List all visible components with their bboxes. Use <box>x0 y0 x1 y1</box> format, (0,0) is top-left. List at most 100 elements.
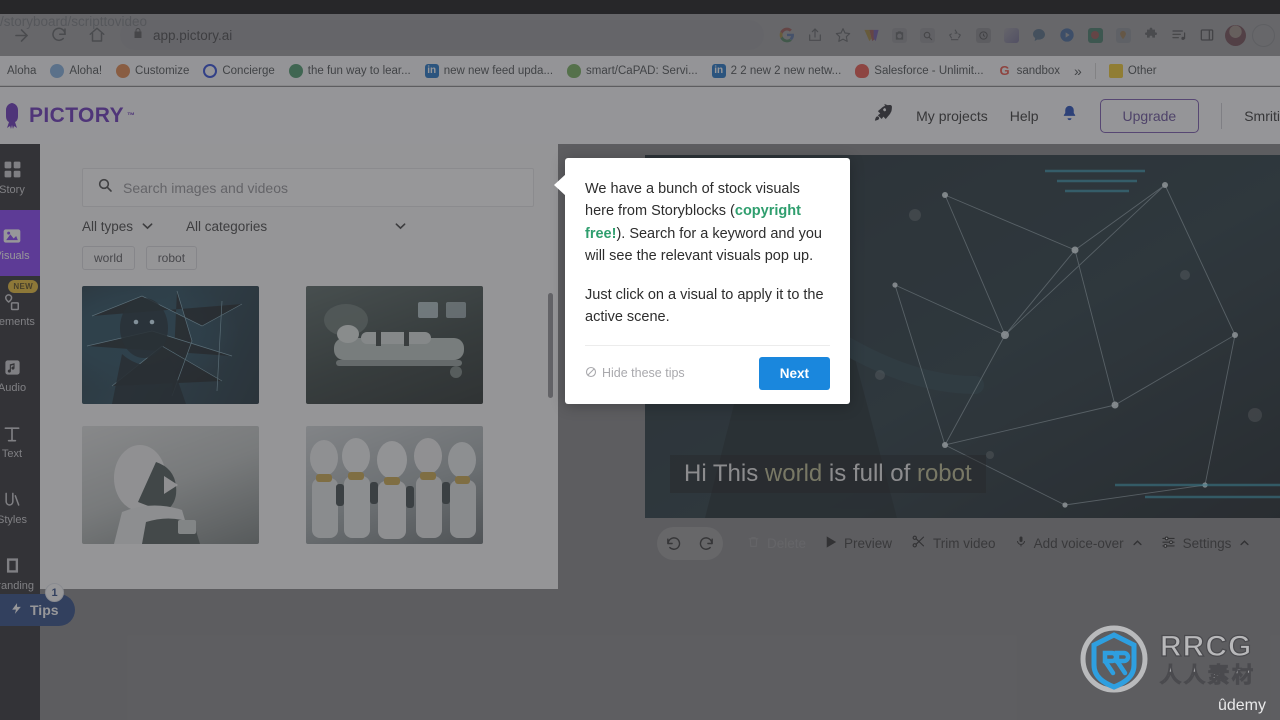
sidebar-item-story[interactable]: Story <box>0 144 40 210</box>
reload-icon[interactable] <box>42 18 76 52</box>
chat-icon[interactable] <box>1026 22 1052 48</box>
bookmark-item[interactable]: in 2 2 new 2 new netw... <box>705 59 849 83</box>
help-link[interactable]: Help <box>1010 108 1039 124</box>
bookmarks-bar: Aloha Aloha! Customize Concierge the fun… <box>0 56 1280 86</box>
bookmark-favicon <box>288 63 303 78</box>
play-overlay-icon <box>163 476 178 494</box>
app-header: PICTORY ™ My projects Help Upgrade Smrit… <box>0 87 1280 144</box>
google-g-icon[interactable] <box>774 22 800 48</box>
pictory-logo[interactable]: PICTORY ™ <box>0 102 135 130</box>
keyword-chip-row: world robot <box>40 234 558 270</box>
search-icon <box>97 177 113 198</box>
delete-label: Delete <box>767 535 807 551</box>
bookmark-item[interactable]: G sandbox <box>991 59 1067 83</box>
keyword-chip[interactable]: robot <box>145 246 198 270</box>
app-header-right: My projects Help Upgrade Smriti <box>872 98 1280 133</box>
bookmark-item[interactable]: smart/CaPAD: Servi... <box>560 59 705 83</box>
folder-icon <box>1108 63 1123 78</box>
sidebar-item-styles[interactable]: Styles <box>0 474 40 540</box>
forward-arrow-icon[interactable] <box>4 18 38 52</box>
visual-thumbnail[interactable] <box>82 426 259 544</box>
address-bar-text: app.pictory.ai/storyboard/scripttovideo <box>0 14 1280 56</box>
add-voice-over-button[interactable]: Add voice-over <box>1015 534 1142 552</box>
user-name-label[interactable]: Smriti <box>1244 108 1280 124</box>
bookmark-item[interactable]: Aloha! <box>43 59 109 83</box>
lens-icon[interactable] <box>914 22 940 48</box>
sidebar-label: Styles <box>0 513 27 526</box>
screen-root: app.pictory.ai/storyboard/scripttovideo <box>0 0 1280 720</box>
record-icon[interactable] <box>1082 22 1108 48</box>
upgrade-button[interactable]: Upgrade <box>1099 98 1200 133</box>
trim-video-button[interactable]: Trim video <box>911 534 996 552</box>
settings-button[interactable]: Settings <box>1161 534 1250 552</box>
clock-icon[interactable] <box>970 22 996 48</box>
delete-button[interactable]: Delete <box>747 535 806 552</box>
filter-all-types[interactable]: All types <box>82 219 153 234</box>
undo-icon[interactable] <box>657 527 690 560</box>
visuals-grid <box>40 270 558 544</box>
star-icon[interactable] <box>830 22 856 48</box>
play-circle-icon[interactable] <box>1054 22 1080 48</box>
no-entry-icon <box>585 366 597 381</box>
search-row: Search images and videos <box>40 144 558 207</box>
bookmark-item[interactable]: Aloha <box>0 59 43 83</box>
library-scrollbar[interactable] <box>548 293 553 398</box>
bookmark-item[interactable]: Salesforce - Unlimit... <box>848 59 990 83</box>
styles-icon <box>1 489 23 511</box>
sidebar-item-text[interactable]: Text <box>0 408 40 474</box>
watermark-brand-cn: 人人素材 <box>1160 664 1256 687</box>
bell-icon[interactable] <box>1061 104 1078 127</box>
bookmark-item[interactable]: Concierge <box>196 59 281 83</box>
search-input[interactable]: Search images and videos <box>82 168 534 207</box>
shapes-icon <box>1 291 23 313</box>
camera-icon[interactable] <box>886 22 912 48</box>
filter-all-categories[interactable]: All categories <box>186 219 406 234</box>
keyword-chip[interactable]: world <box>82 246 135 270</box>
left-sidebar: Story Visuals NEW Elements Audio T <box>0 144 40 720</box>
recycle-icon[interactable] <box>942 22 968 48</box>
next-button[interactable]: Next <box>758 356 830 390</box>
watermark-logo-row: RRCG 人人素材 <box>1078 623 1256 695</box>
profile-icon[interactable] <box>1250 22 1276 48</box>
redo-icon[interactable] <box>690 527 723 560</box>
bookmark-item[interactable]: in new new feed upda... <box>418 59 560 83</box>
bookmark-favicon: in <box>711 63 726 78</box>
my-projects-link[interactable]: My projects <box>916 108 988 124</box>
voiceover-label: Add voice-over <box>1033 535 1124 551</box>
puzzle-icon[interactable] <box>1138 22 1164 48</box>
visual-thumbnail[interactable] <box>82 286 259 404</box>
bookmarks-overflow-button[interactable]: » <box>1067 59 1089 83</box>
preview-label: Preview <box>844 535 893 551</box>
tooltip-text-b: ). Search for a keyword and you will see… <box>585 225 822 265</box>
udemy-label: ûdemy <box>1217 697 1266 714</box>
browser-tab-strip[interactable] <box>0 0 1280 14</box>
tips-count-badge: 1 <box>45 583 64 602</box>
video-caption: Hi This world is full of robot <box>670 455 986 493</box>
hide-tips-button[interactable]: Hide these tips <box>585 366 685 381</box>
playlist-icon[interactable] <box>1166 22 1192 48</box>
sidebar-item-visuals[interactable]: Visuals <box>0 210 40 276</box>
map-icon[interactable] <box>1110 22 1136 48</box>
avatar-icon[interactable] <box>1222 22 1248 48</box>
preview-button[interactable]: Preview <box>825 535 892 552</box>
tips-button[interactable]: Tips <box>0 594 75 626</box>
visual-thumbnail[interactable] <box>306 286 483 404</box>
bookmark-item[interactable]: Customize <box>109 59 196 83</box>
search-placeholder: Search images and videos <box>123 179 288 196</box>
sidebar-item-elements[interactable]: NEW Elements <box>0 276 40 342</box>
filter-label: All categories <box>186 219 268 234</box>
sliders-icon <box>1161 534 1176 552</box>
share-icon[interactable] <box>802 22 828 48</box>
chevron-up-icon <box>1133 538 1142 548</box>
visual-thumbnail[interactable] <box>306 426 483 544</box>
sidebar-item-audio[interactable]: Audio <box>0 342 40 408</box>
wallet-icon[interactable] <box>858 22 884 48</box>
gradient-icon[interactable] <box>998 22 1024 48</box>
home-icon[interactable] <box>80 18 114 52</box>
bookmark-favicon <box>50 63 65 78</box>
rocket-icon[interactable] <box>872 102 894 129</box>
bookmark-item[interactable]: the fun way to lear... <box>282 59 418 83</box>
sidepanel-icon[interactable] <box>1194 22 1220 48</box>
bookmark-folder-other[interactable]: Other <box>1102 59 1164 83</box>
address-bar[interactable]: app.pictory.ai/storyboard/scripttovideo <box>0 14 1280 56</box>
